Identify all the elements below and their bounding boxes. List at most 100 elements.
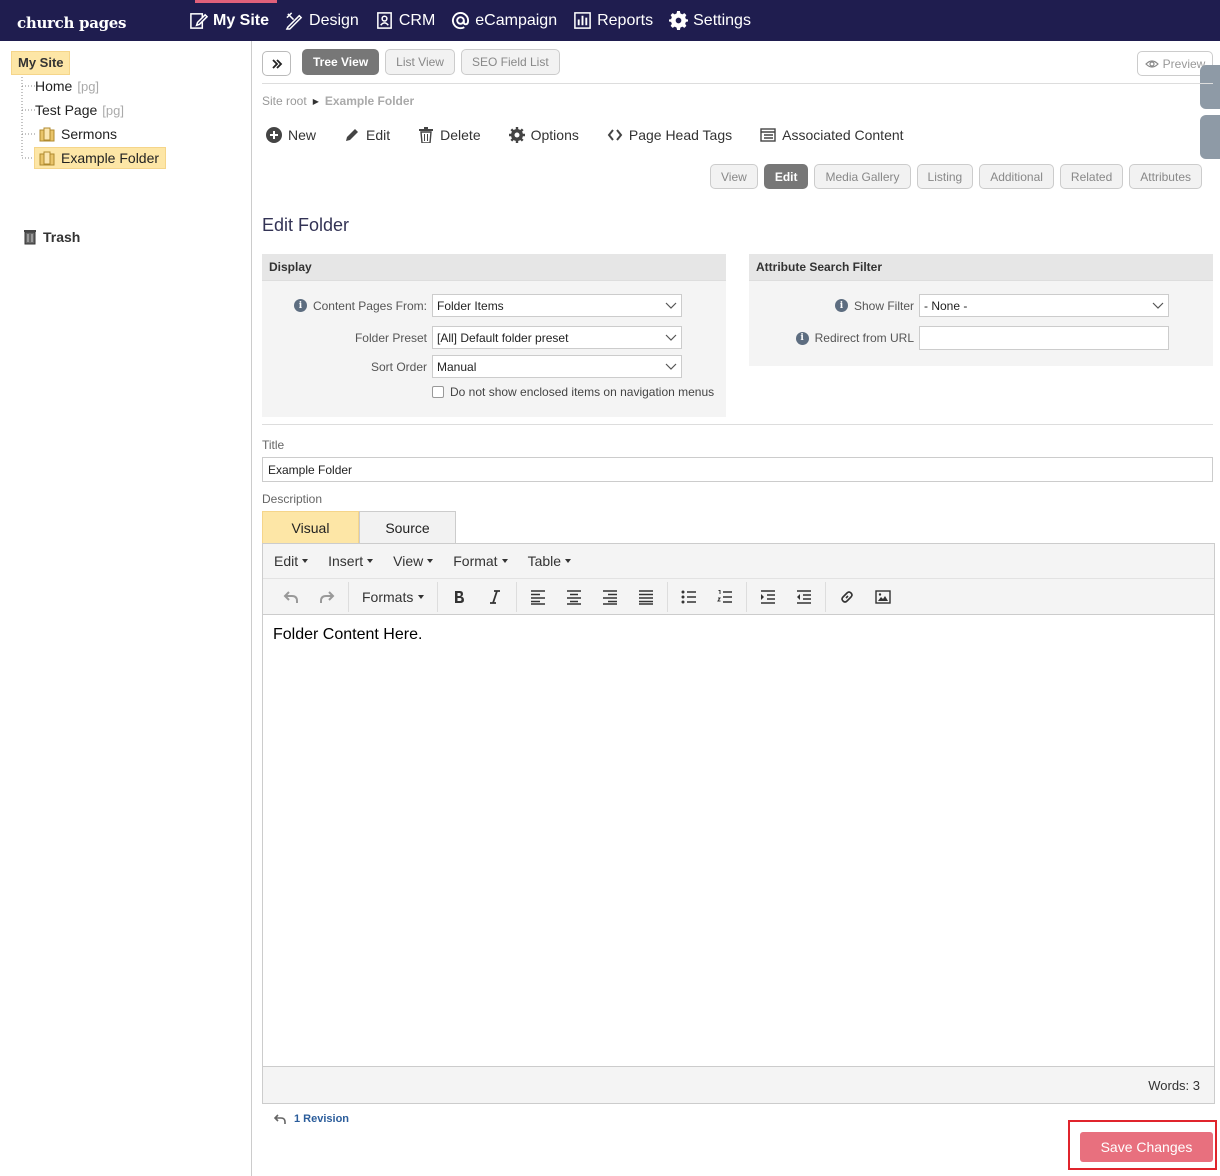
nav-design[interactable]: Design <box>277 0 367 41</box>
nav-settings[interactable]: Settings <box>661 0 759 41</box>
align-justify-button[interactable] <box>628 583 664 611</box>
nav-menu-checkbox[interactable] <box>432 386 444 398</box>
show-filter-select[interactable]: - None - <box>919 294 1169 317</box>
tab-view[interactable]: View <box>710 164 758 189</box>
options-button[interactable]: Options <box>508 127 579 143</box>
site-tree-sidebar: My Site Home [pg] Test Page [pg] Sermons… <box>0 41 252 1176</box>
revision-label: 1 Revision <box>294 1113 350 1125</box>
folder-icon <box>39 127 55 141</box>
tab-seo-field-list[interactable]: SEO Field List <box>460 49 560 75</box>
align-center-button[interactable] <box>556 583 592 611</box>
breadcrumb-site-root[interactable]: Site root <box>262 94 307 108</box>
bar-chart-icon <box>574 12 591 29</box>
editor-content-area[interactable]: Folder Content Here. <box>263 615 1214 1066</box>
redo-button[interactable] <box>309 583 345 611</box>
tree-item-example-folder[interactable]: Example Folder <box>34 147 167 169</box>
menu-table[interactable]: Table <box>528 553 572 569</box>
tree-item-home[interactable]: Home [pg] <box>35 78 99 94</box>
nav-label: eCampaign <box>475 11 558 29</box>
tree-item-test-page[interactable]: Test Page [pg] <box>35 102 124 118</box>
tab-related[interactable]: Related <box>1059 164 1124 189</box>
tree-item-label: Sermons <box>61 126 118 142</box>
sort-order-select[interactable]: Manual <box>432 355 682 378</box>
save-changes-button[interactable]: Save Changes <box>1080 1132 1213 1162</box>
expand-sidebar-button[interactable] <box>262 51 291 76</box>
attribute-filter-panel: Attribute Search Filter i Show Filter - … <box>749 254 1213 366</box>
bold-button[interactable] <box>441 583 477 611</box>
tab-attributes[interactable]: Attributes <box>1129 164 1202 189</box>
show-filter-label: i Show Filter <box>749 299 914 313</box>
nav-menu-checkbox-row[interactable]: Do not show enclosed items on navigation… <box>432 385 714 399</box>
logo[interactable]: church pages <box>17 14 127 32</box>
undo-button[interactable] <box>273 583 309 611</box>
tab-tree-view[interactable]: Tree View <box>302 49 380 75</box>
nav-label: Settings <box>693 11 751 29</box>
menu-edit[interactable]: Edit <box>274 553 309 569</box>
italic-button[interactable] <box>477 583 513 611</box>
nav-ecampaign[interactable]: eCampaign <box>443 0 565 41</box>
tab-additional[interactable]: Additional <box>979 164 1054 189</box>
eye-icon <box>1144 59 1159 68</box>
insert-link-button[interactable] <box>829 583 865 611</box>
folder-preset-row: Folder Preset [All] Default folder prese… <box>262 326 682 349</box>
tab-list-view[interactable]: List View <box>385 49 455 75</box>
indent-group <box>747 581 827 612</box>
bullet-list-icon <box>681 590 697 603</box>
menu-insert[interactable]: Insert <box>328 553 374 569</box>
folder-preset-select[interactable]: [All] Default folder preset <box>432 326 682 349</box>
align-right-button[interactable] <box>592 583 628 611</box>
tree-item-label: Test Page <box>35 102 98 118</box>
trash-icon <box>419 127 434 143</box>
folder-preset-label: Folder Preset <box>354 330 427 345</box>
tab-media-gallery[interactable]: Media Gallery <box>814 164 911 189</box>
page-widget-tab[interactable] <box>1200 115 1220 159</box>
nav-crm[interactable]: CRM <box>367 0 443 41</box>
numbered-list-button[interactable] <box>707 583 743 611</box>
tab-listing[interactable]: Listing <box>916 164 974 189</box>
divider <box>262 83 1213 84</box>
action-bar: New Edit Delete Options Page Head Tags A… <box>266 127 932 143</box>
info-icon[interactable]: i <box>834 299 848 312</box>
align-center-icon <box>567 589 582 605</box>
label-text: Content Pages From: <box>312 298 427 313</box>
page-head-tags-button[interactable]: Page Head Tags <box>607 127 732 143</box>
bullet-list-button[interactable] <box>671 583 707 611</box>
view-tabs: Tree View List View SEO Field List <box>302 49 560 75</box>
edit-button[interactable]: Edit <box>344 127 390 143</box>
show-filter-row: i Show Filter - None - <box>749 294 1169 317</box>
nav-reports[interactable]: Reports <box>565 0 661 41</box>
tab-visual[interactable]: Visual <box>262 511 359 543</box>
insert-image-button[interactable] <box>865 583 901 611</box>
caret-down-icon <box>565 559 572 563</box>
display-panel: Display i Content Pages From: Folder Ite… <box>262 254 726 417</box>
caret-down-icon <box>367 559 374 563</box>
info-icon[interactable]: i <box>795 331 809 345</box>
redirect-url-input[interactable] <box>919 326 1169 350</box>
select-value: Manual <box>437 359 477 374</box>
revision-link[interactable]: 1 Revision <box>274 1113 349 1125</box>
menu-format[interactable]: Format <box>453 553 508 569</box>
new-button[interactable]: New <box>266 127 316 143</box>
delete-button[interactable]: Delete <box>418 127 481 143</box>
tab-source[interactable]: Source <box>359 511 456 543</box>
contact-widget-tab[interactable] <box>1200 65 1220 109</box>
caret-down-icon <box>418 594 425 599</box>
outdent-button[interactable] <box>786 583 822 611</box>
tree-item-trash[interactable]: Trash <box>23 229 80 245</box>
associated-content-button[interactable]: Associated Content <box>760 127 904 143</box>
align-left-button[interactable] <box>520 583 556 611</box>
align-left-icon <box>531 589 546 605</box>
history-group <box>270 581 349 612</box>
info-icon[interactable]: i <box>293 299 307 312</box>
indent-button[interactable] <box>750 583 786 611</box>
menu-view[interactable]: View <box>393 553 434 569</box>
content-pages-from-select[interactable]: Folder Items <box>432 294 682 317</box>
tree-root-my-site[interactable]: My Site <box>11 51 70 75</box>
title-input[interactable]: Example Folder <box>262 457 1213 482</box>
formats-dropdown[interactable]: Formats <box>352 583 434 611</box>
chevron-down-icon <box>665 302 677 309</box>
tree-item-sermons[interactable]: Sermons <box>39 126 117 142</box>
nav-my-site[interactable]: My Site <box>181 0 278 41</box>
action-label: New <box>288 127 317 143</box>
tab-edit[interactable]: Edit <box>763 164 809 189</box>
